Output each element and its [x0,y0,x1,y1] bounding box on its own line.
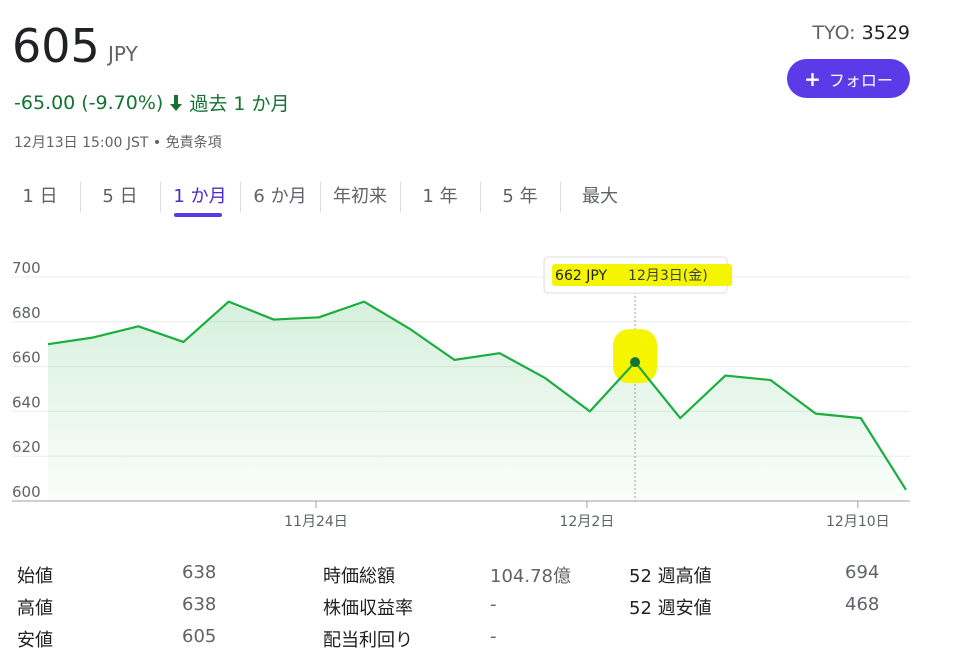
x-tick-label: 11月24日 [284,514,348,530]
y-tick-label: 700 [12,259,41,277]
arrow-down-icon [170,94,183,111]
stat-label-open: 始値 [17,566,53,587]
tab-1m[interactable]: 1 か月 [160,180,240,220]
follow-label: フォロー [828,70,893,90]
stat-label-52w-high: 52 週高値 [629,566,712,587]
tab-label: 1 年 [422,186,458,207]
chart-area [48,301,906,501]
stat-label-dividend: 配当利回り [323,630,413,651]
y-tick-label: 660 [12,349,41,367]
stat-label-low: 安値 [17,630,53,651]
exchange-label: TYO: [812,22,862,44]
tab-label: 1 日 [22,186,58,207]
tab-1y[interactable]: 1 年 [400,180,480,220]
stat-label-pe: 株価収益率 [323,598,413,619]
stat-value-52w-low: 468 [845,594,880,615]
stat-label-market-cap: 時価総額 [323,566,395,587]
tab-label: 年初来 [333,186,387,207]
stat-value-52w-high: 694 [845,562,880,583]
price-change: -65.00 (-9.70%) 過去 1 か月 [14,89,290,116]
stock-price: 605 [12,19,100,73]
change-period: 過去 1 か月 [189,93,290,115]
stat-value-high: 638 [182,594,217,615]
tab-5y[interactable]: 5 年 [480,180,560,220]
x-tick-label: 12月2日 [560,514,615,530]
tab-label: 1 か月 [173,186,227,207]
tab-max[interactable]: 最大 [560,180,640,220]
quote-timestamp: 12月13日 15:00 JST • 免責条項 [14,135,222,151]
currency-label: JPY [108,42,138,66]
symbol-code: 3529 [861,22,910,44]
highlight-marker [613,329,658,384]
tab-label: 最大 [582,186,618,207]
tab-label: 5 日 [102,186,138,207]
follow-button[interactable]: + フォロー [787,59,910,98]
tab-5d[interactable]: 5 日 [80,180,160,220]
stat-value-market-cap: 104.78億 [490,566,571,587]
tab-6m[interactable]: 6 か月 [240,180,320,220]
stat-value-pe: - [490,594,497,615]
stat-value-open: 638 [182,562,217,583]
tooltip-date: 12月3日(金) [628,268,708,284]
stat-label-52w-low: 52 週安値 [629,598,712,619]
change-value: -65.00 (-9.70%) [14,91,164,114]
tab-label: 6 か月 [253,186,307,207]
stat-value-dividend: - [490,626,497,647]
x-tick-label: 12月10日 [826,514,890,530]
tooltip-price: 662 JPY [555,268,607,284]
range-tabs: 1 日 5 日 1 か月 6 か月 年初来 1 年 5 年 最大 [0,180,640,220]
stat-value-low: 605 [182,626,217,647]
price-chart[interactable]: 700 680 660 640 620 600 11月24日 12月2日 12月10日 662 J… [0,240,966,540]
hover-point [630,357,641,368]
plus-icon: + [804,66,821,91]
y-tick-label: 600 [12,483,41,501]
stat-label-high: 高値 [17,598,53,619]
tab-label: 5 年 [502,186,538,207]
tab-1d[interactable]: 1 日 [0,180,80,220]
y-tick-label: 640 [12,393,41,411]
ticker-symbol: TYO: 3529 [812,22,910,44]
y-tick-label: 620 [12,438,41,456]
y-tick-label: 680 [12,304,41,322]
tab-ytd[interactable]: 年初来 [320,180,400,220]
